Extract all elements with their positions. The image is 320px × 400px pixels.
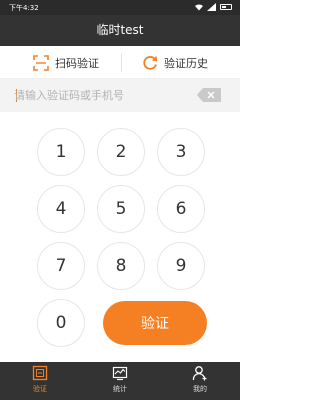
key-4[interactable]: 4: [37, 185, 85, 233]
chart-icon: [112, 366, 128, 381]
key-0[interactable]: 0: [37, 299, 85, 347]
key-9[interactable]: 9: [157, 242, 205, 290]
tab-statistics[interactable]: 统计: [80, 362, 160, 400]
user-icon: [192, 366, 207, 381]
signal-icon: [207, 3, 216, 11]
tab-verify[interactable]: 验证: [0, 362, 80, 400]
wifi-icon: [195, 4, 203, 11]
bottom-tab-bar: 验证 统计 我的: [0, 362, 240, 400]
verify-history-button[interactable]: 验证历史: [142, 46, 208, 79]
status-bar: 下午4:32: [0, 0, 240, 15]
verify-button[interactable]: 验证: [103, 301, 207, 345]
status-icons: [194, 3, 232, 11]
status-time: 下午4:32: [9, 4, 39, 12]
scan-verify-label: 扫码验证: [55, 56, 99, 70]
tab-mine[interactable]: 我的: [160, 362, 240, 400]
key-3[interactable]: 3: [157, 128, 205, 176]
scan-verify-button[interactable]: 扫码验证: [33, 46, 99, 79]
code-input[interactable]: [14, 85, 184, 105]
key-8[interactable]: 8: [97, 242, 145, 290]
action-divider: [121, 54, 122, 72]
key-6[interactable]: 6: [157, 185, 205, 233]
tab-mine-label: 我的: [193, 385, 207, 393]
key-2[interactable]: 2: [97, 128, 145, 176]
tab-statistics-label: 统计: [113, 385, 127, 393]
battery-icon: [220, 4, 232, 10]
refresh-icon: [143, 55, 158, 70]
verify-icon: [32, 365, 48, 381]
backspace-icon[interactable]: [197, 88, 221, 102]
verify-history-label: 验证历史: [164, 56, 208, 70]
action-row: 扫码验证 验证历史: [0, 46, 240, 79]
scan-icon: [33, 54, 49, 71]
key-5[interactable]: 5: [97, 185, 145, 233]
key-7[interactable]: 7: [37, 242, 85, 290]
tab-verify-label: 验证: [33, 385, 47, 393]
key-1[interactable]: 1: [37, 128, 85, 176]
page-title: 临时test: [0, 15, 240, 46]
